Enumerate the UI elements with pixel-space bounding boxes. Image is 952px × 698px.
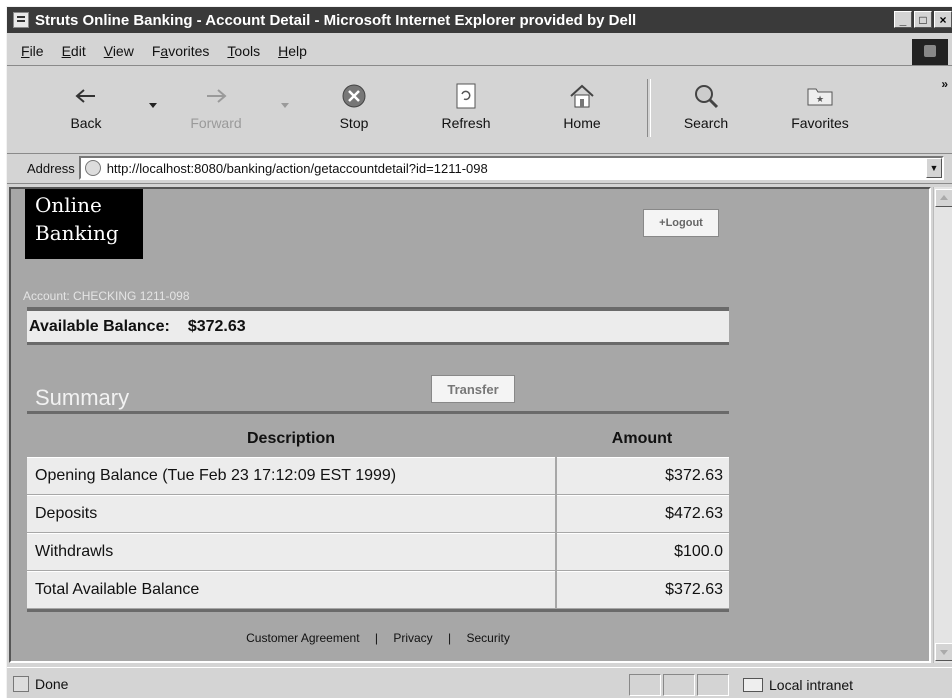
- logout-button[interactable]: +Logout: [643, 209, 719, 237]
- footer-separator: |: [374, 631, 378, 645]
- scroll-up-button[interactable]: [935, 189, 952, 207]
- menu-bar: File Edit View Favorites Tools Help: [7, 37, 952, 66]
- ie-page-icon: [13, 12, 29, 28]
- status-pane: [663, 674, 695, 696]
- row-description: Total Available Balance: [27, 571, 555, 608]
- maximize-button[interactable]: □: [914, 11, 932, 28]
- available-balance-value: $372.63: [187, 317, 246, 335]
- back-label: Back: [70, 115, 102, 131]
- transfer-button[interactable]: Transfer: [431, 375, 515, 403]
- address-url[interactable]: http://localhost:8080/banking/action/get…: [107, 161, 926, 176]
- footer-links: Customer Agreement | Privacy | Security: [27, 631, 729, 645]
- title-bar: Struts Online Banking - Account Detail -…: [7, 7, 952, 33]
- status-bar: Done Local intranet: [7, 667, 952, 698]
- row-description: Opening Balance (Tue Feb 23 17:12:09 EST…: [27, 457, 555, 494]
- column-header-description: Description: [246, 430, 335, 447]
- window-controls: _ □ ×: [892, 11, 952, 28]
- back-dropdown-icon[interactable]: [149, 103, 157, 108]
- forward-button[interactable]: Forward: [171, 77, 261, 131]
- footer-separator: |: [448, 631, 452, 645]
- security-link[interactable]: Security: [467, 631, 510, 645]
- address-bar: Address http://localhost:8080/banking/ac…: [7, 153, 952, 184]
- toolbar-separator: [647, 79, 651, 137]
- summary-table: Description Amount Opening Balance (Tue …: [27, 421, 729, 609]
- window-title: Struts Online Banking - Account Detail -…: [35, 11, 637, 29]
- table-bottom-divider: [27, 609, 729, 612]
- vertical-scrollbar[interactable]: [933, 187, 952, 663]
- table-row: Withdrawls $100.0: [27, 533, 729, 570]
- row-amount: $372.63: [557, 457, 729, 494]
- windows-logo-icon: [912, 39, 948, 65]
- status-text: Done: [35, 676, 69, 692]
- column-header-amount: Amount: [611, 430, 673, 447]
- menu-view[interactable]: View: [104, 43, 134, 59]
- table-row: Deposits $472.63: [27, 495, 729, 532]
- menu-file[interactable]: File: [21, 43, 44, 59]
- available-balance-label: Available Balance:: [29, 317, 170, 335]
- forward-dropdown-icon[interactable]: [281, 103, 289, 108]
- minimize-button[interactable]: _: [894, 11, 912, 28]
- search-icon: [661, 77, 751, 115]
- address-input[interactable]: http://localhost:8080/banking/action/get…: [78, 156, 944, 180]
- forward-arrow-icon: [171, 77, 261, 115]
- favorites-label: Favorites: [791, 115, 849, 131]
- zone-label: Local intranet: [769, 677, 854, 693]
- toolbar-more-chevron[interactable]: »: [941, 77, 948, 91]
- table-row: Total Available Balance $372.63: [27, 571, 729, 608]
- favorites-folder-icon: ★: [775, 77, 865, 115]
- home-icon: [537, 77, 627, 115]
- customer-agreement-link[interactable]: Customer Agreement: [246, 631, 359, 645]
- summary-divider: [27, 411, 729, 414]
- refresh-label: Refresh: [441, 115, 491, 131]
- home-button[interactable]: Home: [537, 77, 627, 131]
- back-arrow-icon: [41, 77, 131, 115]
- home-label: Home: [563, 115, 601, 131]
- online-banking-logo: Online Banking: [25, 189, 143, 259]
- stop-icon: [309, 77, 399, 115]
- search-label: Search: [683, 115, 729, 131]
- refresh-button[interactable]: Refresh: [421, 77, 511, 131]
- table-header: Description Amount: [27, 421, 729, 457]
- logo-line-2: Banking: [35, 221, 119, 245]
- row-amount: $372.63: [557, 571, 729, 608]
- forward-label: Forward: [190, 115, 242, 131]
- search-button[interactable]: Search: [661, 77, 751, 131]
- row-description: Withdrawls: [27, 533, 555, 570]
- available-balance-bar: Available Balance: $372.63: [27, 307, 729, 345]
- menu-tools[interactable]: Tools: [227, 43, 260, 59]
- summary-title: Summary: [35, 385, 130, 410]
- row-description: Deposits: [27, 495, 555, 532]
- stop-label: Stop: [339, 115, 369, 131]
- back-button[interactable]: Back: [41, 77, 131, 131]
- table-row: Opening Balance (Tue Feb 23 17:12:09 EST…: [27, 457, 729, 494]
- status-pane: [629, 674, 661, 696]
- intranet-icon: [743, 678, 763, 692]
- privacy-link[interactable]: Privacy: [393, 631, 432, 645]
- favorites-button[interactable]: ★ Favorites: [775, 77, 865, 131]
- page-content: Online Banking +Logout Account: CHECKING…: [9, 187, 931, 663]
- menu-help[interactable]: Help: [278, 43, 307, 59]
- close-button[interactable]: ×: [934, 11, 952, 28]
- page-status-icon: [13, 676, 29, 692]
- address-dropdown-button[interactable]: ▼: [926, 158, 942, 178]
- logo-line-1: Online: [35, 193, 102, 217]
- menu-favorites[interactable]: Favorites: [152, 43, 210, 59]
- menu-edit[interactable]: Edit: [62, 43, 86, 59]
- account-label: Account: CHECKING 1211-098: [23, 289, 190, 303]
- standard-toolbar: Back Forward Stop Refresh Home Search ★ …: [7, 69, 952, 154]
- security-zone: Local intranet: [739, 674, 853, 696]
- browser-window: Struts Online Banking - Account Detail -…: [6, 6, 952, 698]
- stop-button[interactable]: Stop: [309, 77, 399, 131]
- status-pane: [697, 674, 729, 696]
- refresh-icon: [421, 77, 511, 115]
- page-icon: [84, 160, 101, 176]
- address-label: Address: [27, 160, 75, 176]
- svg-text:★: ★: [816, 94, 824, 104]
- scroll-down-button[interactable]: [935, 643, 952, 661]
- row-amount: $472.63: [557, 495, 729, 532]
- row-amount: $100.0: [557, 533, 729, 570]
